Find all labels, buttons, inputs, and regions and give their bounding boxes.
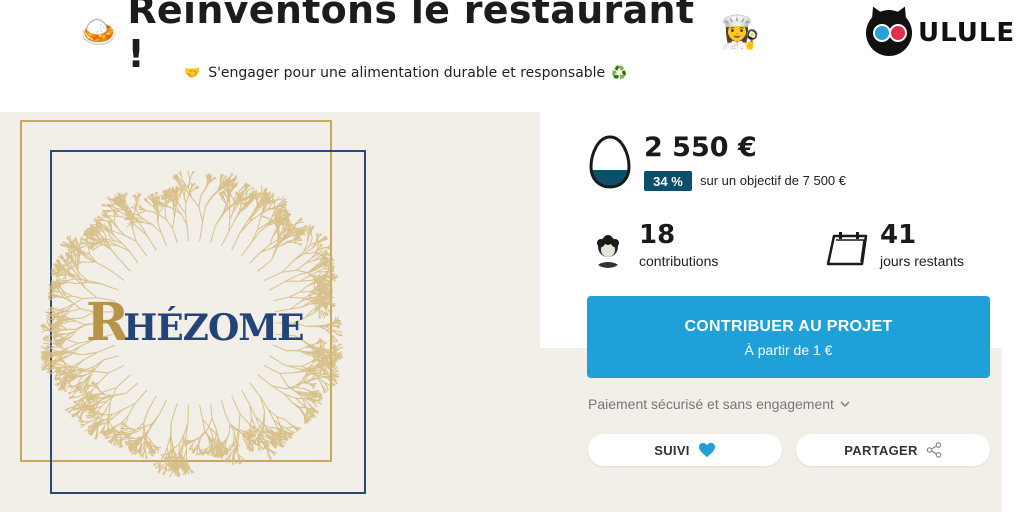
project-cover-image: R HÉZOME	[20, 120, 366, 496]
curry-icon: 🍛	[80, 14, 118, 50]
contributions-count: 18	[639, 220, 676, 250]
cook-icon: 👩‍🍳	[720, 13, 760, 51]
contributor-avatar	[590, 232, 626, 268]
percent-badge: 34 %	[644, 171, 692, 191]
follow-button[interactable]: SUIVI	[588, 434, 782, 466]
follow-label: SUIVI	[654, 442, 690, 458]
egg-progress-icon	[589, 135, 631, 189]
share-button[interactable]: PARTAGER	[796, 434, 990, 466]
recycle-icon: ♻️	[611, 65, 628, 81]
rhezome-logo: R HÉZOME	[86, 292, 305, 353]
page-subtitle: 🤝 S'engager pour une alimentation durabl…	[184, 62, 627, 84]
amount-raised: 2 550 €	[644, 132, 757, 163]
contribute-button-sublabel: À partir de 1 €	[744, 342, 833, 358]
page-title: 🍛 Réinventons le restaurant ! 👩‍🍳	[80, 0, 760, 76]
contribute-button[interactable]: CONTRIBUER AU PROJET À partir de 1 €	[587, 296, 990, 378]
subtitle-text: S'engager pour une alimentation durable …	[208, 65, 606, 81]
brand-name: ULULE	[918, 18, 1016, 48]
header: 🍛 Réinventons le restaurant ! 👩‍🍳 🤝 S'en…	[0, 0, 1024, 112]
share-icon	[926, 442, 941, 458]
owl-mascot-icon	[865, 3, 913, 56]
secure-payment-text: Paiement sécurisé et sans engagement	[588, 396, 834, 412]
objective-text: sur un objectif de 7 500 €	[700, 173, 846, 188]
days-count: 41	[880, 220, 917, 250]
calendar-icon	[826, 232, 868, 266]
secure-payment-toggle[interactable]: Paiement sécurisé et sans engagement	[588, 396, 850, 412]
days-label: jours restants	[880, 253, 965, 269]
heart-icon	[698, 442, 715, 458]
right-margin	[1002, 112, 1024, 512]
chevron-down-icon	[840, 401, 850, 407]
share-label: PARTAGER	[844, 442, 918, 458]
contributions-label: contributions	[639, 253, 719, 269]
handshake-icon: 🤝	[184, 65, 201, 81]
ulule-logo[interactable]: ULULE	[865, 3, 1016, 56]
contribute-button-label: CONTRIBUER AU PROJET	[684, 318, 893, 335]
logo-rest: HÉZOME	[123, 307, 304, 349]
